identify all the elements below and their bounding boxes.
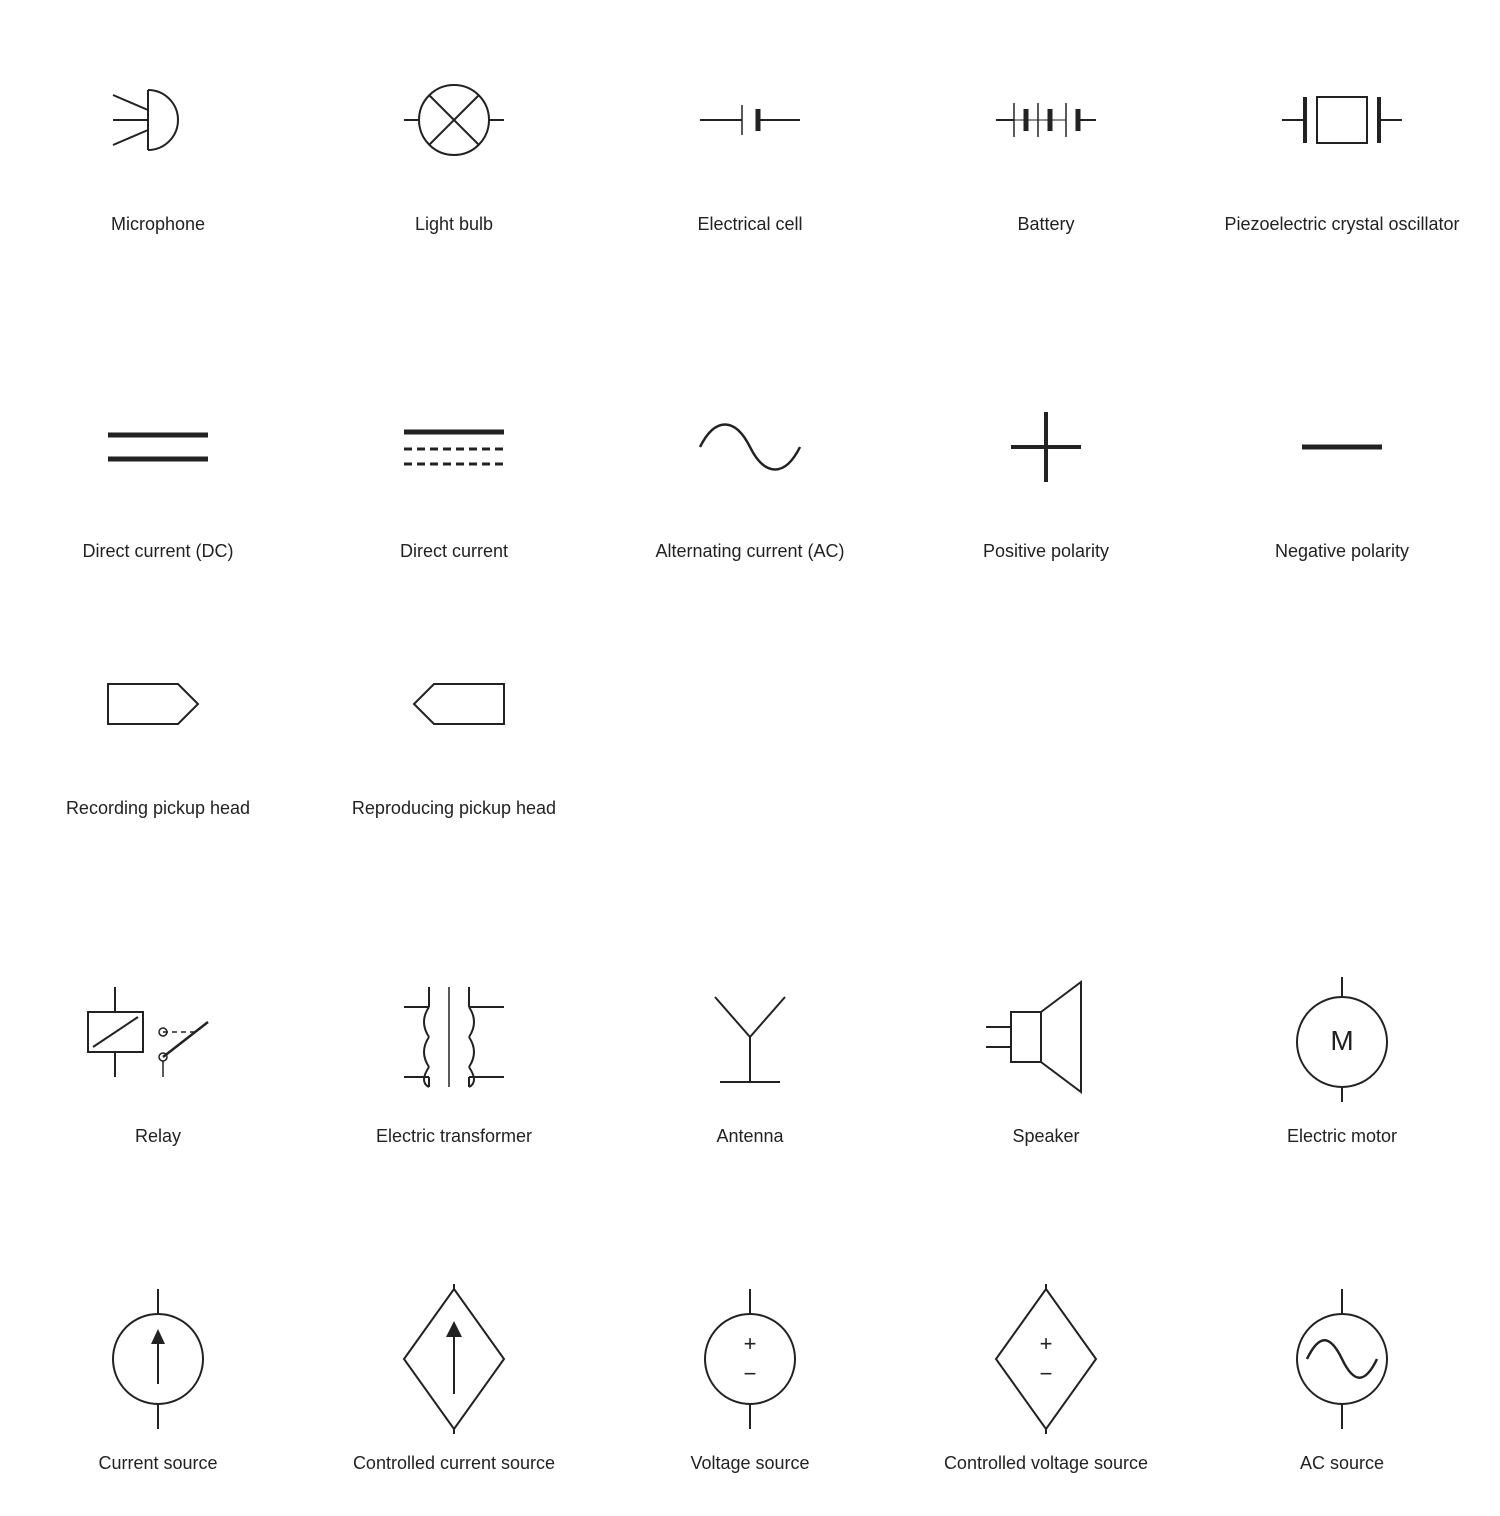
symbol-transformer xyxy=(364,952,544,1112)
symbol-grid: Microphone Light bulb xyxy=(20,40,1480,1476)
symbol-cell-controlled-current-source: Controlled current source xyxy=(316,1279,592,1476)
label-recording-pickup: Recording pickup head xyxy=(66,796,250,821)
symbol-cell-electric-motor: M Electric motor xyxy=(1204,952,1480,1149)
symbol-cell-controlled-voltage-source: + − Controlled voltage source xyxy=(908,1279,1184,1476)
symbol-microphone xyxy=(68,40,248,200)
symbol-cell-dc: Direct current (DC) xyxy=(20,367,296,564)
symbol-cell-light-bulb: Light bulb xyxy=(316,40,592,237)
symbol-recording-pickup xyxy=(68,624,248,784)
label-relay: Relay xyxy=(135,1124,181,1149)
label-negative-polarity: Negative polarity xyxy=(1275,539,1409,564)
label-controlled-current-source: Controlled current source xyxy=(353,1451,555,1476)
symbol-current-source xyxy=(68,1279,248,1439)
svg-text:+: + xyxy=(1040,1331,1053,1356)
symbol-cell-battery: Battery xyxy=(908,40,1184,237)
symbol-relay xyxy=(68,952,248,1112)
svg-text:−: − xyxy=(1040,1361,1053,1386)
symbol-cell-voltage-source: + − Voltage source xyxy=(612,1279,888,1476)
symbol-cell-transformer: Electric transformer xyxy=(316,952,592,1149)
symbol-negative-polarity xyxy=(1252,367,1432,527)
svg-text:−: − xyxy=(744,1361,757,1386)
symbol-cell-speaker: Speaker xyxy=(908,952,1184,1149)
label-direct-current: Direct current xyxy=(400,539,508,564)
symbol-cell-electrical-cell: Electrical cell xyxy=(612,40,888,237)
label-ac-source: AC source xyxy=(1300,1451,1384,1476)
symbol-cell-piezoelectric: Piezoelectric crystal oscillator xyxy=(1204,40,1480,237)
symbol-voltage-source: + − xyxy=(660,1279,840,1439)
label-battery: Battery xyxy=(1017,212,1074,237)
symbol-battery xyxy=(956,40,1136,200)
label-voltage-source: Voltage source xyxy=(690,1451,809,1476)
symbol-cell-antenna: Antenna xyxy=(612,952,888,1149)
symbol-cell-ac-source: AC source xyxy=(1204,1279,1480,1476)
label-microphone: Microphone xyxy=(111,212,205,237)
label-ac: Alternating current (AC) xyxy=(655,539,844,564)
symbol-dc xyxy=(68,367,248,527)
svg-text:+: + xyxy=(744,1331,757,1356)
label-electrical-cell: Electrical cell xyxy=(697,212,802,237)
symbol-ac-source xyxy=(1252,1279,1432,1439)
symbol-cell-reproducing-pickup: Reproducing pickup head xyxy=(316,624,592,821)
symbol-piezoelectric xyxy=(1252,40,1432,200)
symbol-positive-polarity xyxy=(956,367,1136,527)
svg-text:M: M xyxy=(1330,1025,1353,1056)
label-positive-polarity: Positive polarity xyxy=(983,539,1109,564)
label-antenna: Antenna xyxy=(716,1124,783,1149)
symbol-controlled-current-source xyxy=(364,1279,544,1439)
label-light-bulb: Light bulb xyxy=(415,212,493,237)
label-current-source: Current source xyxy=(98,1451,217,1476)
label-electric-motor: Electric motor xyxy=(1287,1124,1397,1149)
symbol-ac xyxy=(660,367,840,527)
symbol-cell-negative-polarity: Negative polarity xyxy=(1204,367,1480,564)
label-transformer: Electric transformer xyxy=(376,1124,532,1149)
symbol-cell-positive-polarity: Positive polarity xyxy=(908,367,1184,564)
symbol-cell-current-source: Current source xyxy=(20,1279,296,1476)
symbol-electrical-cell xyxy=(660,40,840,200)
symbol-cell-ac: Alternating current (AC) xyxy=(612,367,888,564)
symbol-cell-relay: Relay xyxy=(20,952,296,1149)
symbol-antenna xyxy=(660,952,840,1112)
symbol-cell-microphone: Microphone xyxy=(20,40,296,237)
label-speaker: Speaker xyxy=(1012,1124,1079,1149)
symbol-direct-current xyxy=(364,367,544,527)
symbol-light-bulb xyxy=(364,40,544,200)
label-dc: Direct current (DC) xyxy=(82,539,233,564)
symbol-electric-motor: M xyxy=(1252,952,1432,1112)
label-controlled-voltage-source: Controlled voltage source xyxy=(944,1451,1148,1476)
symbol-cell-direct-current: Direct current xyxy=(316,367,592,564)
symbol-reproducing-pickup xyxy=(364,624,544,784)
label-reproducing-pickup: Reproducing pickup head xyxy=(352,796,556,821)
symbol-controlled-voltage-source: + − xyxy=(956,1279,1136,1439)
symbol-speaker xyxy=(956,952,1136,1112)
symbol-cell-recording-pickup: Recording pickup head xyxy=(20,624,296,821)
label-piezoelectric: Piezoelectric crystal oscillator xyxy=(1224,212,1459,237)
